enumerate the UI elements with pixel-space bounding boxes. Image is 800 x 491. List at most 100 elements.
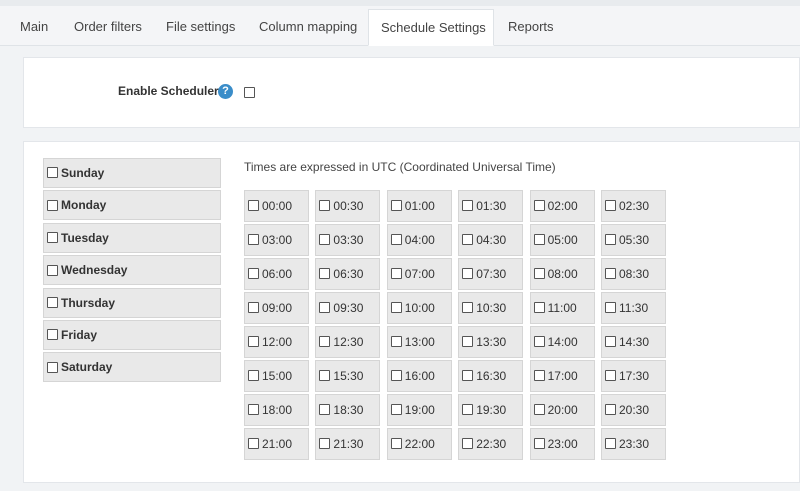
time-slot-0900[interactable]: 09:00 bbox=[244, 292, 309, 324]
day-checkbox[interactable] bbox=[47, 232, 58, 244]
time-slot-0000[interactable]: 00:00 bbox=[244, 190, 309, 222]
time-slot-0700[interactable]: 07:00 bbox=[386, 258, 452, 290]
time-checkbox[interactable] bbox=[390, 268, 402, 280]
time-checkbox[interactable] bbox=[533, 336, 545, 348]
time-checkbox[interactable] bbox=[462, 336, 474, 348]
tab-reports[interactable]: Reports bbox=[496, 9, 566, 45]
time-slot-1730[interactable]: 17:30 bbox=[601, 360, 666, 392]
time-slot-0830[interactable]: 08:30 bbox=[601, 258, 666, 290]
time-slot-2030[interactable]: 20:30 bbox=[601, 394, 666, 426]
time-checkbox[interactable] bbox=[533, 234, 545, 246]
time-checkbox[interactable] bbox=[533, 268, 545, 280]
time-slot-1500[interactable]: 15:00 bbox=[244, 360, 309, 392]
time-checkbox[interactable] bbox=[390, 234, 402, 246]
time-slot-1830[interactable]: 18:30 bbox=[315, 394, 381, 426]
time-checkbox[interactable] bbox=[605, 268, 616, 280]
tab-main[interactable]: Main bbox=[8, 9, 60, 45]
time-checkbox[interactable] bbox=[605, 336, 616, 348]
time-checkbox[interactable] bbox=[248, 438, 259, 450]
tab-schedule-settings[interactable]: Schedule Settings bbox=[368, 9, 494, 46]
time-checkbox[interactable] bbox=[248, 268, 259, 280]
time-checkbox[interactable] bbox=[462, 302, 474, 314]
time-slot-0230[interactable]: 02:30 bbox=[601, 190, 666, 222]
day-row-wednesday[interactable]: Wednesday bbox=[43, 255, 221, 286]
tab-file-settings[interactable]: File settings bbox=[154, 9, 247, 45]
time-checkbox[interactable] bbox=[319, 234, 331, 246]
time-slot-2000[interactable]: 20:00 bbox=[529, 394, 595, 426]
time-checkbox[interactable] bbox=[462, 200, 474, 212]
time-checkbox[interactable] bbox=[248, 404, 259, 416]
time-checkbox[interactable] bbox=[533, 404, 545, 416]
time-slot-0730[interactable]: 07:30 bbox=[458, 258, 524, 290]
day-checkbox[interactable] bbox=[47, 361, 58, 373]
time-slot-1430[interactable]: 14:30 bbox=[601, 326, 666, 358]
time-slot-2200[interactable]: 22:00 bbox=[386, 428, 452, 460]
time-slot-0800[interactable]: 08:00 bbox=[529, 258, 595, 290]
time-slot-2230[interactable]: 22:30 bbox=[458, 428, 524, 460]
day-checkbox[interactable] bbox=[47, 264, 58, 276]
time-checkbox[interactable] bbox=[390, 336, 402, 348]
day-row-thursday[interactable]: Thursday bbox=[43, 287, 221, 318]
time-checkbox[interactable] bbox=[605, 438, 616, 450]
time-checkbox[interactable] bbox=[462, 404, 474, 416]
time-slot-1100[interactable]: 11:00 bbox=[529, 292, 595, 324]
time-slot-0430[interactable]: 04:30 bbox=[458, 224, 524, 256]
time-slot-0500[interactable]: 05:00 bbox=[529, 224, 595, 256]
time-checkbox[interactable] bbox=[248, 336, 259, 348]
time-checkbox[interactable] bbox=[462, 234, 474, 246]
time-slot-0330[interactable]: 03:30 bbox=[315, 224, 381, 256]
tab-column-mapping[interactable]: Column mapping bbox=[247, 9, 369, 45]
time-checkbox[interactable] bbox=[390, 438, 402, 450]
time-checkbox[interactable] bbox=[390, 200, 402, 212]
time-checkbox[interactable] bbox=[390, 302, 402, 314]
time-slot-2130[interactable]: 21:30 bbox=[315, 428, 381, 460]
time-slot-1200[interactable]: 12:00 bbox=[244, 326, 309, 358]
time-checkbox[interactable] bbox=[605, 234, 616, 246]
day-row-monday[interactable]: Monday bbox=[43, 190, 221, 221]
time-checkbox[interactable] bbox=[319, 268, 331, 280]
time-slot-1030[interactable]: 10:30 bbox=[458, 292, 524, 324]
time-slot-1230[interactable]: 12:30 bbox=[315, 326, 381, 358]
time-slot-1400[interactable]: 14:00 bbox=[529, 326, 595, 358]
time-checkbox[interactable] bbox=[533, 370, 545, 382]
day-checkbox[interactable] bbox=[47, 329, 58, 341]
time-slot-1700[interactable]: 17:00 bbox=[529, 360, 595, 392]
time-slot-1300[interactable]: 13:00 bbox=[386, 326, 452, 358]
time-slot-2300[interactable]: 23:00 bbox=[529, 428, 595, 460]
time-slot-1600[interactable]: 16:00 bbox=[386, 360, 452, 392]
time-checkbox[interactable] bbox=[533, 438, 545, 450]
time-slot-1130[interactable]: 11:30 bbox=[601, 292, 666, 324]
day-checkbox[interactable] bbox=[47, 199, 58, 211]
day-checkbox[interactable] bbox=[47, 167, 58, 179]
day-row-sunday[interactable]: Sunday bbox=[43, 158, 221, 188]
time-checkbox[interactable] bbox=[248, 200, 259, 212]
time-slot-0300[interactable]: 03:00 bbox=[244, 224, 309, 256]
tab-order-filters[interactable]: Order filters bbox=[62, 9, 154, 45]
time-checkbox[interactable] bbox=[319, 438, 331, 450]
time-checkbox[interactable] bbox=[319, 404, 331, 416]
time-slot-0030[interactable]: 00:30 bbox=[315, 190, 381, 222]
time-checkbox[interactable] bbox=[533, 302, 545, 314]
time-checkbox[interactable] bbox=[248, 302, 259, 314]
time-slot-1930[interactable]: 19:30 bbox=[458, 394, 524, 426]
day-checkbox[interactable] bbox=[47, 296, 58, 308]
time-checkbox[interactable] bbox=[462, 438, 474, 450]
time-checkbox[interactable] bbox=[248, 370, 259, 382]
day-row-friday[interactable]: Friday bbox=[43, 320, 221, 350]
time-slot-1530[interactable]: 15:30 bbox=[315, 360, 381, 392]
time-slot-1630[interactable]: 16:30 bbox=[458, 360, 524, 392]
time-slot-0100[interactable]: 01:00 bbox=[386, 190, 452, 222]
time-checkbox[interactable] bbox=[390, 404, 402, 416]
day-row-saturday[interactable]: Saturday bbox=[43, 352, 221, 383]
time-slot-1800[interactable]: 18:00 bbox=[244, 394, 309, 426]
time-checkbox[interactable] bbox=[319, 302, 331, 314]
time-checkbox[interactable] bbox=[248, 234, 259, 246]
time-checkbox[interactable] bbox=[605, 200, 616, 212]
time-slot-1330[interactable]: 13:30 bbox=[458, 326, 524, 358]
time-slot-0600[interactable]: 06:00 bbox=[244, 258, 309, 290]
time-checkbox[interactable] bbox=[390, 370, 402, 382]
enable-scheduler-checkbox[interactable] bbox=[244, 87, 255, 98]
time-slot-2330[interactable]: 23:30 bbox=[601, 428, 666, 460]
time-slot-0400[interactable]: 04:00 bbox=[386, 224, 452, 256]
time-slot-2100[interactable]: 21:00 bbox=[244, 428, 309, 460]
